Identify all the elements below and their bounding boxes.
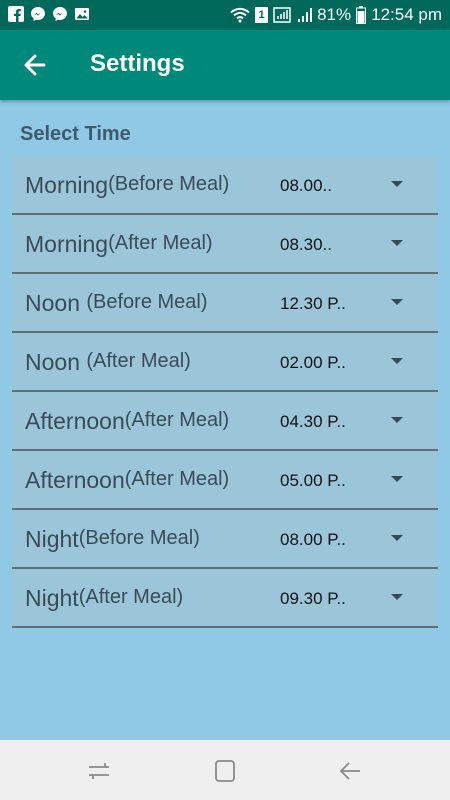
dropdown-arrow-icon: [391, 535, 403, 541]
home-icon: [215, 760, 235, 782]
back-nav-icon: [339, 762, 360, 780]
time-dropdown[interactable]: 04.30 P..: [274, 392, 438, 449]
time-value: 05.00 P..: [280, 471, 346, 490]
list-item: Morning(Before Meal) 08.00..: [12, 156, 438, 215]
list-item: Afternoon(After Meal) 04.30 P..: [12, 392, 438, 451]
battery-icon: [356, 6, 367, 24]
row-label: Night(Before Meal): [25, 526, 200, 553]
dropdown-arrow-icon: [391, 476, 403, 482]
time-dropdown[interactable]: 09.30 P..: [274, 569, 438, 626]
time-of-day-label: Afternoon: [25, 467, 125, 493]
status-bar: 1 81% 12:54 pm: [0, 0, 450, 30]
meal-label: (After Meal): [124, 468, 230, 490]
meal-label: (After Meal): [86, 350, 191, 372]
meal-label: (After Meal): [78, 586, 184, 608]
time-value: 12.30 P..: [280, 294, 346, 313]
sim-badge: 1: [255, 7, 269, 23]
page-title: Settings: [90, 50, 185, 77]
back-button[interactable]: [18, 50, 52, 80]
time-value: 08.00..: [280, 176, 332, 195]
clock: 12:54 pm: [371, 5, 442, 24]
sim-icon: [273, 7, 291, 23]
back-nav-button[interactable]: [336, 758, 364, 784]
messenger-icon: [53, 7, 67, 21]
wifi-icon: [230, 7, 250, 23]
dropdown-arrow-icon: [391, 417, 403, 423]
recent-apps-icon: [89, 763, 109, 779]
time-value: 08.00 P..: [280, 530, 346, 549]
list-item: Night(Before Meal) 08.00 P..: [12, 510, 438, 569]
meal-label: (Before Meal): [78, 527, 200, 549]
meal-label: (Before Meal): [108, 173, 230, 195]
battery-percent: 81%: [317, 5, 352, 24]
messenger-icon: [31, 7, 45, 21]
time-dropdown[interactable]: 05.00 P..: [274, 451, 438, 508]
time-of-day-label: Noon: [25, 349, 87, 375]
time-dropdown[interactable]: 08.30..: [274, 215, 438, 272]
list-item: Night(After Meal) 09.30 P..: [12, 569, 438, 628]
notification-icons: [8, 6, 90, 22]
time-of-day-label: Night: [25, 585, 79, 611]
section-title: Select Time: [20, 123, 131, 145]
facebook-icon: [8, 6, 24, 22]
dropdown-arrow-icon: [391, 594, 403, 600]
meal-label: (After Meal): [108, 232, 213, 254]
time-dropdown[interactable]: 02.00 P..: [274, 333, 438, 390]
time-dropdown[interactable]: 12.30 P..: [274, 274, 438, 331]
meal-time-list: Morning(Before Meal) 08.00.. Morning(Aft…: [12, 156, 438, 628]
list-item: Afternoon(After Meal) 05.00 P..: [12, 451, 438, 510]
dropdown-arrow-icon: [391, 299, 403, 305]
time-dropdown[interactable]: 08.00..: [274, 156, 438, 213]
home-button[interactable]: [211, 758, 239, 784]
system-status: 1 81% 12:54 pm: [230, 5, 442, 25]
row-label: Morning(Before Meal): [25, 172, 229, 199]
navigation-bar: [0, 740, 450, 800]
dropdown-arrow-icon: [391, 181, 403, 187]
list-item: Morning(After Meal) 08.30..: [12, 215, 438, 274]
meal-label: (Before Meal): [86, 291, 208, 313]
time-of-day-label: Morning: [25, 172, 109, 198]
dropdown-arrow-icon: [391, 240, 403, 246]
time-of-day-label: Morning: [25, 231, 109, 257]
row-label: Noon (After Meal): [25, 349, 191, 376]
time-value: 04.30 P..: [280, 412, 346, 431]
dropdown-arrow-icon: [391, 358, 403, 364]
time-value: 02.00 P..: [280, 353, 346, 372]
time-of-day-label: Noon: [25, 290, 87, 316]
time-value: 08.30..: [280, 235, 332, 254]
row-label: Night(After Meal): [25, 585, 183, 612]
list-item: Noon (Before Meal) 12.30 P..: [12, 274, 438, 333]
time-of-day-label: Night: [25, 526, 79, 552]
row-label: Morning(After Meal): [25, 231, 213, 258]
time-of-day-label: Afternoon: [25, 408, 125, 434]
row-label: Afternoon(After Meal): [25, 467, 229, 494]
meal-label: (After Meal): [124, 409, 230, 431]
app-bar: Settings: [0, 30, 450, 100]
arrow-left-icon: [24, 54, 46, 76]
row-label: Noon (Before Meal): [25, 290, 208, 317]
recent-apps-button[interactable]: [85, 758, 113, 784]
gallery-icon: [75, 8, 89, 20]
list-item: Noon (After Meal) 02.00 P..: [12, 333, 438, 392]
time-value: 09.30 P..: [280, 589, 346, 608]
row-label: Afternoon(After Meal): [25, 408, 229, 435]
time-dropdown[interactable]: 08.00 P..: [274, 510, 438, 567]
signal-icon: [298, 8, 313, 22]
